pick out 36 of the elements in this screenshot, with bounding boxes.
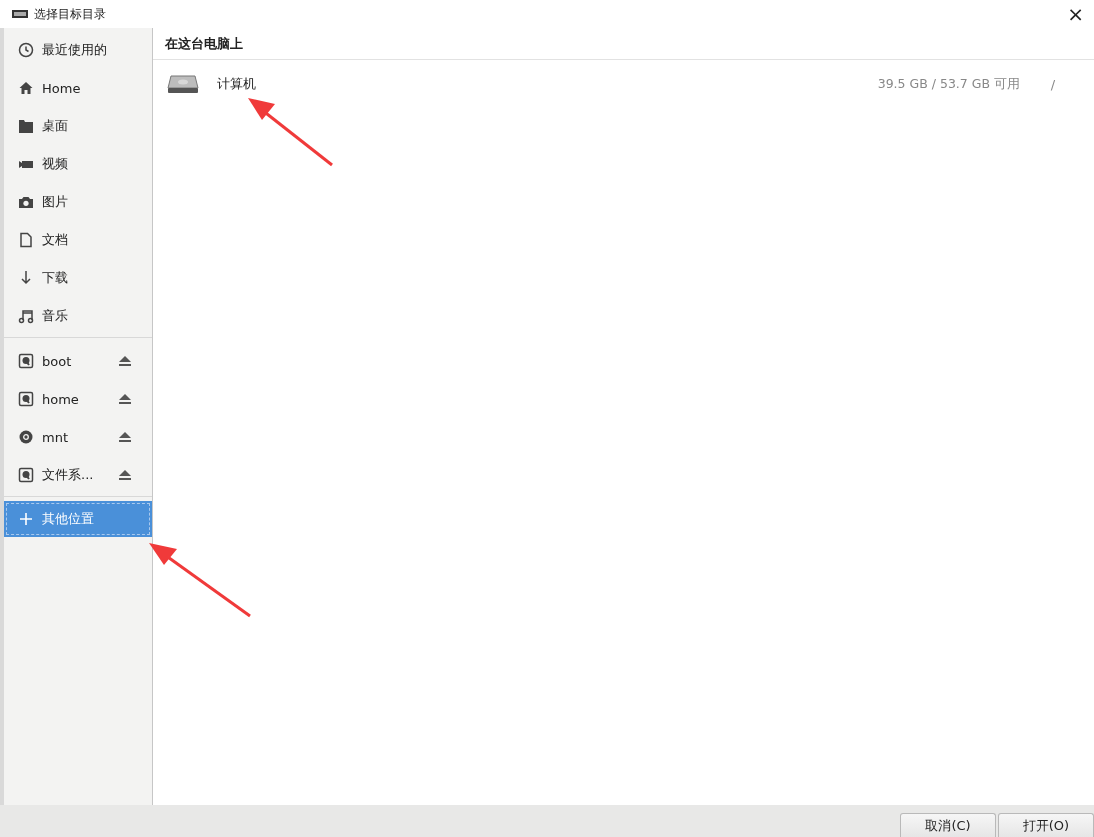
- sidebar-item[interactable]: Home: [4, 69, 152, 107]
- sidebar-item[interactable]: 视频: [4, 145, 152, 183]
- sidebar-item[interactable]: 音乐: [4, 297, 152, 335]
- sidebar-item[interactable]: 文件系...: [4, 456, 152, 494]
- sidebar-item[interactable]: 图片: [4, 183, 152, 221]
- sidebar-item[interactable]: home: [4, 380, 152, 418]
- sidebar-item[interactable]: 下载: [4, 259, 152, 297]
- drive-icon: [18, 391, 34, 407]
- sidebar-item[interactable]: 文档: [4, 221, 152, 259]
- eject-icon[interactable]: [118, 469, 132, 481]
- dialog-button[interactable]: 打开(O): [998, 813, 1094, 837]
- clock-icon: [18, 42, 34, 58]
- sidebar-item[interactable]: mnt: [4, 418, 152, 456]
- disc-icon: [18, 429, 34, 445]
- music-note-icon: [18, 308, 34, 324]
- location-row[interactable]: 计算机 39.5 GB / 53.7 GB 可用 /: [153, 60, 1094, 108]
- home-icon: [18, 80, 34, 96]
- dialog-button[interactable]: 取消(C): [900, 813, 996, 837]
- hard-drive-icon: [167, 74, 199, 94]
- eject-icon[interactable]: [118, 393, 132, 405]
- camera-icon: [18, 194, 34, 210]
- plus-icon: [18, 511, 34, 527]
- download-icon: [18, 270, 34, 286]
- folder-icon: [18, 118, 34, 134]
- eject-icon[interactable]: [118, 431, 132, 443]
- window-title: 选择目标目录: [34, 5, 106, 23]
- app-icon: [12, 10, 28, 18]
- section-heading: 在这台电脑上: [164, 35, 244, 53]
- sidebar-item[interactable]: 最近使用的: [4, 31, 152, 69]
- drive-icon: [18, 467, 34, 483]
- sidebar-item[interactable]: 桌面: [4, 107, 152, 145]
- document-icon: [18, 232, 34, 248]
- eject-icon[interactable]: [118, 355, 132, 367]
- close-button[interactable]: ×: [1063, 4, 1088, 24]
- sidebar-item[interactable]: boot: [4, 342, 152, 380]
- drive-icon: [18, 353, 34, 369]
